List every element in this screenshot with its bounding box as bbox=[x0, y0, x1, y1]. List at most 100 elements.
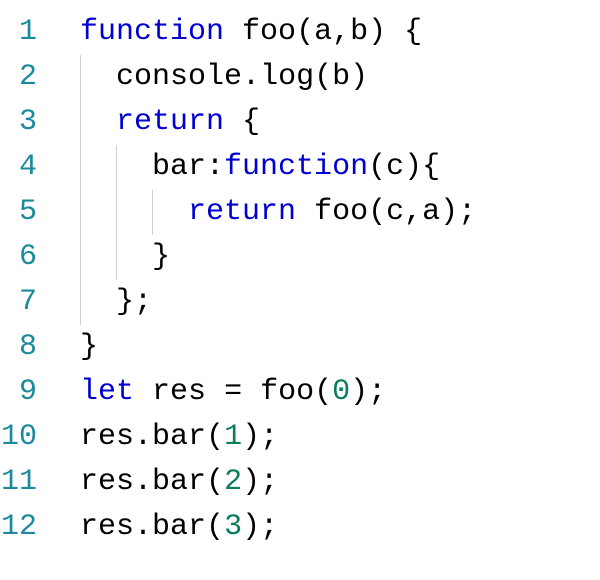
token-ident: log bbox=[260, 60, 314, 94]
code-content[interactable]: res.bar(3); bbox=[55, 505, 278, 550]
line-number: 10 bbox=[0, 415, 55, 460]
line-number: 12 bbox=[0, 505, 55, 550]
token-punct: { bbox=[242, 105, 260, 139]
token-punct: ( bbox=[314, 60, 332, 94]
token-punct: : bbox=[206, 150, 224, 184]
token-punct bbox=[224, 105, 242, 139]
code-line[interactable]: 12res.bar(3); bbox=[0, 505, 600, 550]
token-number: 2 bbox=[224, 465, 242, 499]
token-ident: res bbox=[152, 375, 206, 409]
token-ident: res bbox=[80, 510, 134, 544]
token-ident: b bbox=[332, 60, 350, 94]
token-keyword: function bbox=[224, 150, 368, 184]
token-punct bbox=[242, 375, 260, 409]
token-punct: ) bbox=[350, 375, 368, 409]
line-number: 6 bbox=[0, 235, 55, 280]
token-ident: foo bbox=[314, 195, 368, 229]
token-punct: ; bbox=[134, 285, 152, 319]
code-content[interactable]: bar:function(c){ bbox=[55, 145, 440, 190]
token-punct: ) bbox=[242, 510, 260, 544]
line-number: 9 bbox=[0, 370, 55, 415]
token-punct: , bbox=[332, 15, 350, 49]
code-content[interactable]: return { bbox=[55, 100, 260, 145]
token-punct: ) bbox=[404, 150, 422, 184]
code-content[interactable]: } bbox=[55, 235, 170, 280]
code-line[interactable]: 1function foo(a,b) { bbox=[0, 10, 600, 55]
code-line[interactable]: 8} bbox=[0, 325, 600, 370]
token-punct: ( bbox=[314, 375, 332, 409]
token-keyword: let bbox=[80, 375, 134, 409]
code-line[interactable]: 6 } bbox=[0, 235, 600, 280]
token-ident: bar bbox=[152, 420, 206, 454]
token-punct: . bbox=[134, 465, 152, 499]
token-keyword: return bbox=[116, 105, 224, 139]
token-punct: ) bbox=[350, 60, 368, 94]
code-line[interactable]: 5 return foo(c,a); bbox=[0, 190, 600, 235]
line-number: 5 bbox=[0, 190, 55, 235]
token-punct bbox=[386, 15, 404, 49]
token-punct: ( bbox=[206, 510, 224, 544]
code-line[interactable]: 9let res = foo(0); bbox=[0, 370, 600, 415]
line-number: 3 bbox=[0, 100, 55, 145]
token-ident: bar bbox=[152, 465, 206, 499]
token-punct: ( bbox=[368, 195, 386, 229]
token-number: 1 bbox=[224, 420, 242, 454]
token-ident: foo bbox=[242, 15, 296, 49]
code-line[interactable]: 2 console.log(b) bbox=[0, 55, 600, 100]
code-line[interactable]: 10res.bar(1); bbox=[0, 415, 600, 460]
token-punct: ( bbox=[296, 15, 314, 49]
token-punct: { bbox=[422, 150, 440, 184]
token-number: 0 bbox=[332, 375, 350, 409]
token-punct bbox=[80, 195, 188, 229]
token-punct bbox=[206, 375, 224, 409]
code-content[interactable]: }; bbox=[55, 280, 152, 325]
code-content[interactable]: function foo(a,b) { bbox=[55, 10, 422, 55]
token-punct: ) bbox=[368, 15, 386, 49]
token-punct: ) bbox=[242, 420, 260, 454]
token-ident: a bbox=[314, 15, 332, 49]
token-punct: . bbox=[242, 60, 260, 94]
line-number: 11 bbox=[0, 460, 55, 505]
code-content[interactable]: res.bar(1); bbox=[55, 415, 278, 460]
token-punct: , bbox=[404, 195, 422, 229]
code-content[interactable]: return foo(c,a); bbox=[55, 190, 476, 235]
line-number: 2 bbox=[0, 55, 55, 100]
token-ident: a bbox=[422, 195, 440, 229]
token-punct: } bbox=[80, 330, 98, 364]
token-punct bbox=[224, 15, 242, 49]
token-ident: foo bbox=[260, 375, 314, 409]
code-content[interactable]: res.bar(2); bbox=[55, 460, 278, 505]
line-number: 7 bbox=[0, 280, 55, 325]
code-content[interactable]: console.log(b) bbox=[55, 55, 368, 100]
token-punct: } bbox=[152, 240, 170, 274]
token-punct bbox=[134, 375, 152, 409]
token-ident: bar bbox=[152, 510, 206, 544]
line-number: 4 bbox=[0, 145, 55, 190]
token-punct: ) bbox=[242, 465, 260, 499]
line-number: 8 bbox=[0, 325, 55, 370]
token-punct: ( bbox=[368, 150, 386, 184]
code-line[interactable]: 3 return { bbox=[0, 100, 600, 145]
token-ident: c bbox=[386, 195, 404, 229]
code-line[interactable]: 11res.bar(2); bbox=[0, 460, 600, 505]
token-punct: . bbox=[134, 510, 152, 544]
code-editor[interactable]: 1function foo(a,b) {2 console.log(b)3 re… bbox=[0, 10, 600, 550]
token-punct bbox=[80, 240, 152, 274]
token-keyword: return bbox=[188, 195, 296, 229]
code-content[interactable]: } bbox=[55, 325, 98, 370]
token-ident: b bbox=[350, 15, 368, 49]
token-punct: ; bbox=[458, 195, 476, 229]
token-ident: res bbox=[80, 420, 134, 454]
token-punct bbox=[80, 150, 152, 184]
token-ident: console bbox=[116, 60, 242, 94]
code-line[interactable]: 7 }; bbox=[0, 280, 600, 325]
token-punct: = bbox=[224, 375, 242, 409]
code-line[interactable]: 4 bar:function(c){ bbox=[0, 145, 600, 190]
token-punct: } bbox=[116, 285, 134, 319]
token-keyword: function bbox=[80, 15, 224, 49]
code-content[interactable]: let res = foo(0); bbox=[55, 370, 386, 415]
token-punct bbox=[80, 60, 116, 94]
token-punct: ( bbox=[206, 465, 224, 499]
token-ident: bar bbox=[152, 150, 206, 184]
token-ident: res bbox=[80, 465, 134, 499]
